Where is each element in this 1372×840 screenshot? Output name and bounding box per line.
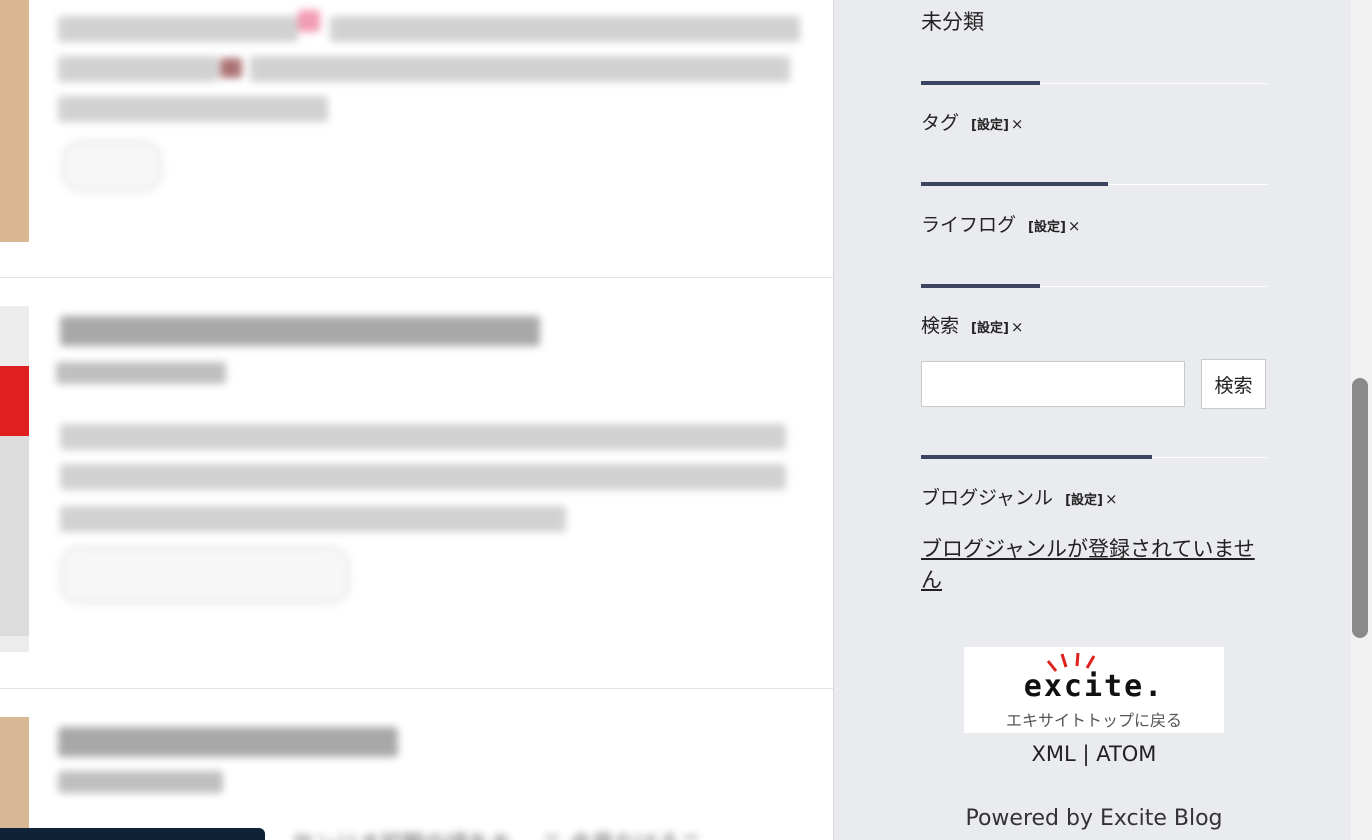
- xml-feed-link[interactable]: XML: [1032, 742, 1076, 766]
- widget-title-text: ブログジャンル: [921, 487, 1054, 509]
- atom-feed-link[interactable]: ATOM: [1096, 742, 1156, 766]
- widget-title-search: 検索 [設定] ×: [921, 311, 1023, 338]
- post-excerpt-partial: サンリオ初期の頃をキ… ニ 会員なはるニ: [292, 826, 702, 840]
- genre-empty-link[interactable]: ブログジャンルが登録されていません: [921, 534, 1271, 596]
- widget-title-tag: タグ [設定] ×: [921, 108, 1023, 135]
- page-scrollbar[interactable]: [1351, 0, 1372, 840]
- read-more-button[interactable]: [60, 546, 350, 604]
- excite-logo: excite.: [1023, 669, 1165, 704]
- main-content: サンリオ初期の頃をキ… ニ 会員なはるニ: [0, 0, 833, 840]
- post-thumbnail[interactable]: [0, 0, 29, 242]
- feed-links: XML | ATOM: [964, 742, 1224, 766]
- read-more-button[interactable]: [62, 140, 162, 192]
- search-input[interactable]: [921, 361, 1185, 407]
- category-item[interactable]: 未分類: [921, 6, 984, 36]
- widget-accent-line: [921, 455, 1152, 459]
- widget-close-button[interactable]: ×: [1105, 490, 1118, 508]
- widget-title-genre: ブログジャンル [設定] ×: [921, 483, 1118, 510]
- sidebar: 未分類 タグ [設定] × ライフログ [設定] × 検索 [設定] × 検索 ブログジャン…: [833, 0, 1351, 840]
- feed-separator: |: [1082, 742, 1090, 766]
- search-button[interactable]: 検索: [1201, 359, 1266, 409]
- excite-banner-caption: エキサイトトップに戻る: [1005, 711, 1182, 730]
- widget-settings-link[interactable]: [設定]: [971, 118, 1009, 133]
- powered-by-text: Powered by Excite Blog: [965, 806, 1223, 831]
- post-card[interactable]: [0, 689, 833, 840]
- widget-accent-line: [921, 284, 1040, 288]
- post-card[interactable]: [0, 278, 833, 688]
- widget-close-button[interactable]: ×: [1011, 318, 1024, 336]
- widget-title-lifelog: ライフログ [設定] ×: [921, 210, 1080, 237]
- widget-settings-link[interactable]: [設定]: [1065, 493, 1103, 508]
- bottom-floating-bar[interactable]: [0, 828, 265, 840]
- widget-accent-line: [921, 81, 1040, 85]
- post-thumbnail[interactable]: [0, 717, 29, 840]
- widget-settings-link[interactable]: [設定]: [971, 321, 1009, 336]
- post-card[interactable]: [0, 0, 833, 277]
- widget-close-button[interactable]: ×: [1068, 217, 1081, 235]
- widget-settings-link[interactable]: [設定]: [1028, 220, 1066, 235]
- widget-accent-line: [921, 182, 1108, 186]
- widget-close-button[interactable]: ×: [1011, 115, 1024, 133]
- excite-top-banner[interactable]: excite. エキサイトトップに戻る: [964, 647, 1224, 733]
- post-thumbnail[interactable]: [0, 306, 29, 652]
- widget-title-text: ライフログ: [921, 214, 1017, 236]
- widget-title-text: 検索: [921, 315, 960, 337]
- widget-title-text: タグ: [921, 112, 960, 134]
- scrollbar-thumb[interactable]: [1352, 378, 1368, 638]
